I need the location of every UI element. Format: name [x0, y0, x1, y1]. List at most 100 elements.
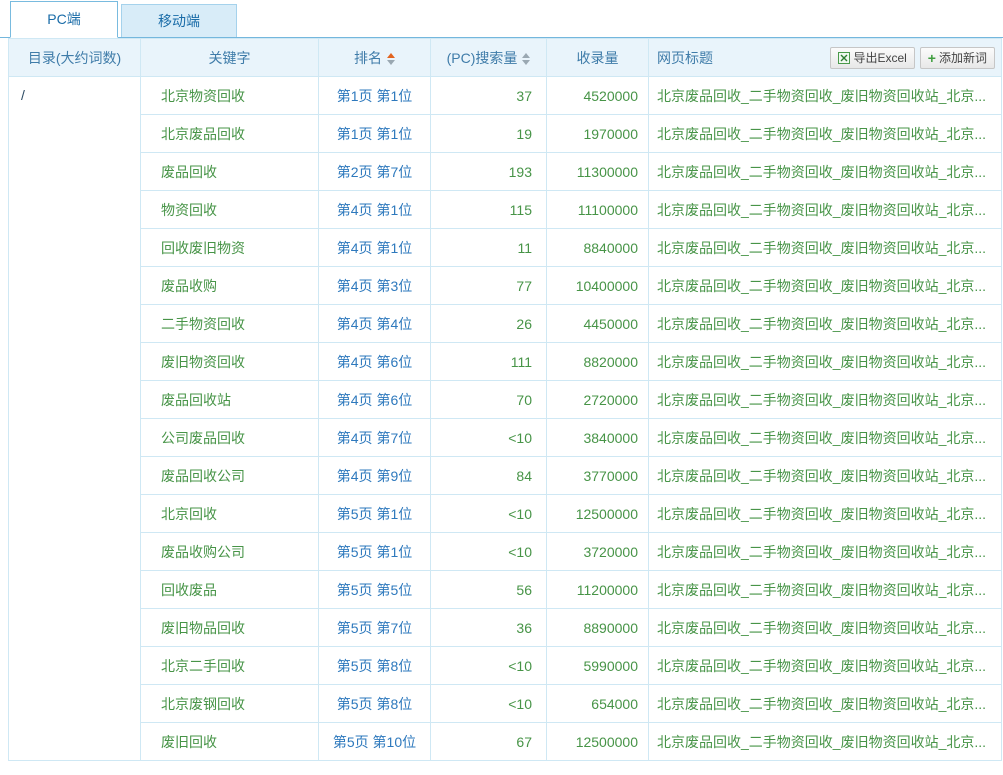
keyword-cell: 废旧回收 [141, 723, 319, 761]
rank-link[interactable]: 第1页 第1位 [337, 88, 412, 104]
page-title-cell: 北京废品回收_二手物资回收_废旧物资回收站_北京... [649, 191, 1002, 229]
table-row: 废旧回收 第5页 第10位 67 12500000 北京废品回收_二手物资回收_… [9, 723, 1002, 761]
export-excel-button[interactable]: 导出Excel [830, 47, 914, 69]
indexed-cell: 654000 [547, 685, 649, 723]
rank-cell: 第4页 第3位 [319, 267, 431, 305]
rank-link[interactable]: 第4页 第1位 [337, 240, 412, 256]
search-volume-cell: 37 [431, 77, 547, 115]
rank-cell: 第5页 第1位 [319, 533, 431, 571]
page-title-cell: 北京废品回收_二手物资回收_废旧物资回收站_北京... [649, 609, 1002, 647]
rank-cell: 第4页 第9位 [319, 457, 431, 495]
search-volume-cell: 26 [431, 305, 547, 343]
table-row: 废品回收公司 第4页 第9位 84 3770000 北京废品回收_二手物资回收_… [9, 457, 1002, 495]
rank-link[interactable]: 第5页 第5位 [337, 582, 412, 598]
rank-link[interactable]: 第4页 第6位 [337, 354, 412, 370]
search-volume-cell: <10 [431, 685, 547, 723]
directory-cell: / [9, 77, 141, 761]
rank-link[interactable]: 第4页 第6位 [337, 392, 412, 408]
rank-link[interactable]: 第4页 第7位 [337, 430, 412, 446]
keyword-cell: 废品回收公司 [141, 457, 319, 495]
rank-link[interactable]: 第2页 第7位 [337, 164, 412, 180]
page-title-header-label: 网页标题 [657, 50, 713, 66]
indexed-cell: 3720000 [547, 533, 649, 571]
indexed-cell: 12500000 [547, 495, 649, 533]
indexed-cell: 3840000 [547, 419, 649, 457]
rank-cell: 第5页 第5位 [319, 571, 431, 609]
search-volume-cell: 56 [431, 571, 547, 609]
rank-sort-icon[interactable] [387, 53, 395, 65]
page-title-cell: 北京废品回收_二手物资回收_废旧物资回收站_北京... [649, 571, 1002, 609]
col-header-rank[interactable]: 排名 [319, 39, 431, 77]
keyword-cell: 废旧物资回收 [141, 343, 319, 381]
rank-cell: 第4页 第1位 [319, 191, 431, 229]
rank-link[interactable]: 第5页 第7位 [337, 620, 412, 636]
search-volume-cell: 67 [431, 723, 547, 761]
rank-link[interactable]: 第4页 第1位 [337, 202, 412, 218]
rank-cell: 第4页 第6位 [319, 343, 431, 381]
indexed-cell: 11300000 [547, 153, 649, 191]
col-header-page-title: 网页标题 导出Excel + 添加新词 [649, 39, 1002, 77]
indexed-cell: 4520000 [547, 77, 649, 115]
indexed-cell: 11200000 [547, 571, 649, 609]
search-volume-cell: 77 [431, 267, 547, 305]
tab-pc[interactable]: PC端 [10, 1, 118, 38]
rank-cell: 第4页 第1位 [319, 229, 431, 267]
rank-header-label: 排名 [354, 50, 382, 66]
keyword-cell: 废品收购公司 [141, 533, 319, 571]
table-row: 回收废旧物资 第4页 第1位 11 8840000 北京废品回收_二手物资回收_… [9, 229, 1002, 267]
rank-link[interactable]: 第5页 第1位 [337, 544, 412, 560]
rank-link[interactable]: 第5页 第8位 [337, 658, 412, 674]
keyword-cell: 废旧物品回收 [141, 609, 319, 647]
search-volume-cell: <10 [431, 419, 547, 457]
search-volume-cell: 70 [431, 381, 547, 419]
search-volume-cell: <10 [431, 647, 547, 685]
table-row: 北京二手回收 第5页 第8位 <10 5990000 北京废品回收_二手物资回收… [9, 647, 1002, 685]
indexed-cell: 8890000 [547, 609, 649, 647]
table-row: 废品回收 第2页 第7位 193 11300000 北京废品回收_二手物资回收_… [9, 153, 1002, 191]
page-title-cell: 北京废品回收_二手物资回收_废旧物资回收站_北京... [649, 267, 1002, 305]
search-volume-cell: 84 [431, 457, 547, 495]
table-header-row: 目录(大约词数) 关键字 排名 (PC)搜索量 收录量 网页标题 导出Excel [9, 39, 1002, 77]
export-excel-label: 导出Excel [853, 49, 906, 66]
rank-cell: 第4页 第7位 [319, 419, 431, 457]
rank-cell: 第5页 第8位 [319, 647, 431, 685]
keyword-cell: 北京回收 [141, 495, 319, 533]
table-row: 废旧物品回收 第5页 第7位 36 8890000 北京废品回收_二手物资回收_… [9, 609, 1002, 647]
rank-link[interactable]: 第4页 第4位 [337, 316, 412, 332]
rank-cell: 第5页 第7位 [319, 609, 431, 647]
rank-link[interactable]: 第5页 第10位 [333, 734, 416, 750]
rank-link[interactable]: 第5页 第1位 [337, 506, 412, 522]
keyword-cell: 北京废钢回收 [141, 685, 319, 723]
col-header-keyword: 关键字 [141, 39, 319, 77]
col-header-directory: 目录(大约词数) [9, 39, 141, 77]
search-volume-header-label: (PC)搜索量 [447, 50, 518, 66]
table-row: 物资回收 第4页 第1位 115 11100000 北京废品回收_二手物资回收_… [9, 191, 1002, 229]
page-title-cell: 北京废品回收_二手物资回收_废旧物资回收站_北京... [649, 495, 1002, 533]
tab-mobile[interactable]: 移动端 [121, 4, 237, 37]
rank-link[interactable]: 第5页 第8位 [337, 696, 412, 712]
indexed-cell: 3770000 [547, 457, 649, 495]
page-title-cell: 北京废品回收_二手物资回收_废旧物资回收站_北京... [649, 457, 1002, 495]
indexed-cell: 11100000 [547, 191, 649, 229]
keyword-cell: 回收废品 [141, 571, 319, 609]
indexed-cell: 4450000 [547, 305, 649, 343]
col-header-search-volume[interactable]: (PC)搜索量 [431, 39, 547, 77]
search-volume-cell: 111 [431, 343, 547, 381]
table-row: 废品收购公司 第5页 第1位 <10 3720000 北京废品回收_二手物资回收… [9, 533, 1002, 571]
search-volume-sort-icon[interactable] [522, 53, 530, 65]
search-volume-cell: 19 [431, 115, 547, 153]
keyword-cell: 北京物资回收 [141, 77, 319, 115]
page-title-cell: 北京废品回收_二手物资回收_废旧物资回收站_北京... [649, 77, 1002, 115]
rank-link[interactable]: 第4页 第9位 [337, 468, 412, 484]
add-keyword-button[interactable]: + 添加新词 [920, 47, 995, 69]
col-header-indexed: 收录量 [547, 39, 649, 77]
keyword-cell: 北京废品回收 [141, 115, 319, 153]
keyword-cell: 废品回收站 [141, 381, 319, 419]
page-title-cell: 北京废品回收_二手物资回收_废旧物资回收站_北京... [649, 305, 1002, 343]
keyword-cell: 物资回收 [141, 191, 319, 229]
tab-bar: PC端 移动端 [0, 0, 1003, 38]
indexed-cell: 1970000 [547, 115, 649, 153]
rank-link[interactable]: 第4页 第3位 [337, 278, 412, 294]
rank-link[interactable]: 第1页 第1位 [337, 126, 412, 142]
search-volume-cell: <10 [431, 533, 547, 571]
